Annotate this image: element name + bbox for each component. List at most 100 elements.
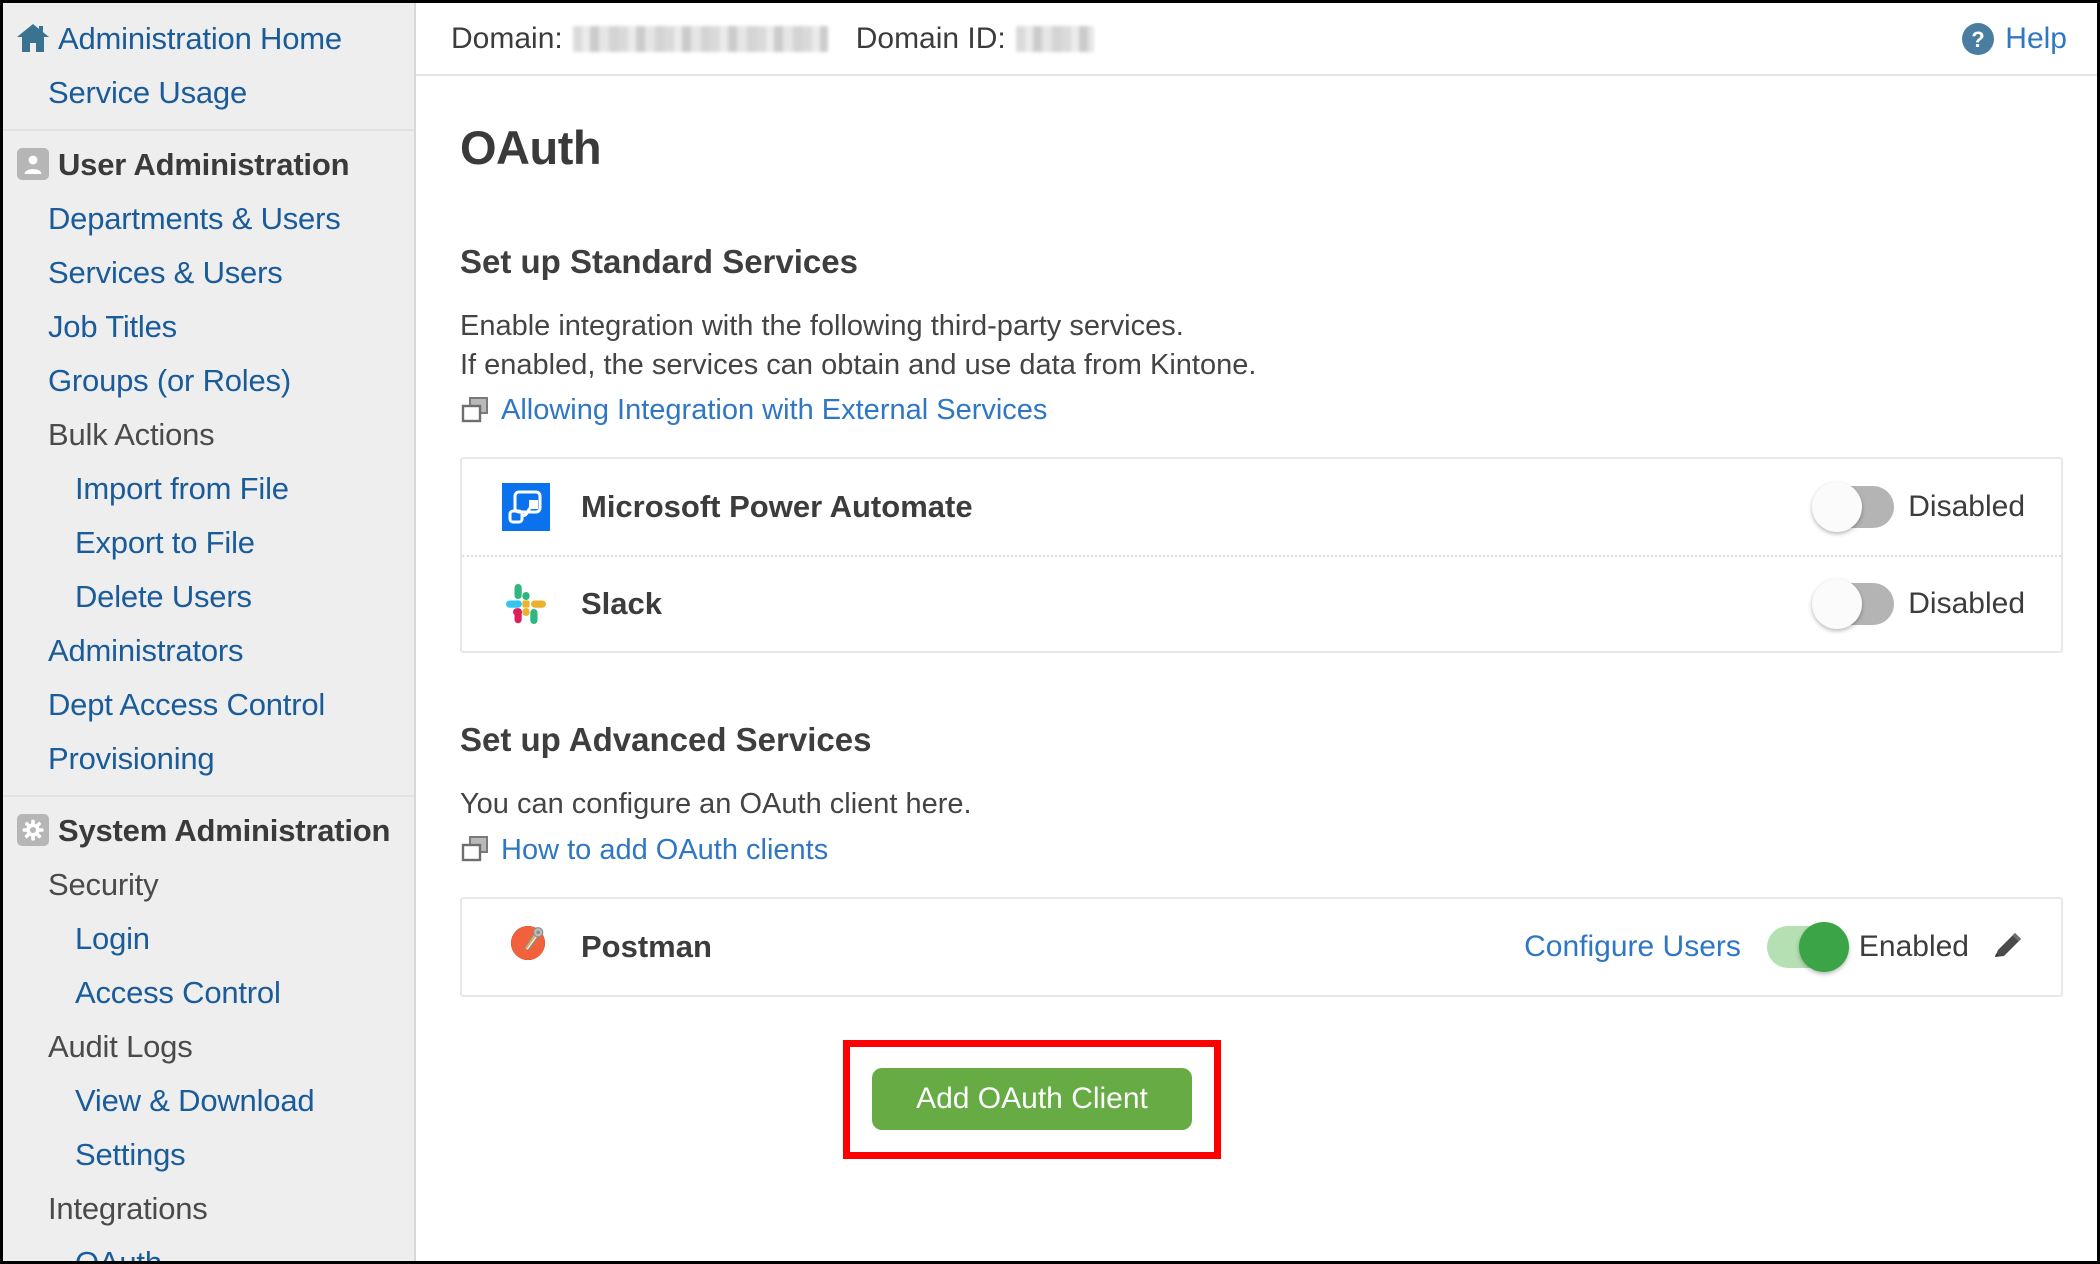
standard-external-link-row[interactable]: Allowing Integration with External Servi… xyxy=(460,394,2063,427)
standard-desc-line2: If enabled, the services can obtain and … xyxy=(460,348,1257,381)
sidebar-item-label: Security xyxy=(48,866,159,902)
standard-services-heading: Set up Standard Services xyxy=(460,243,858,280)
sidebar-item-label: Settings xyxy=(75,1136,186,1172)
sidebar-item-settings[interactable]: Settings xyxy=(3,1127,414,1181)
sidebar-item-access-control[interactable]: Access Control xyxy=(3,965,414,1019)
sidebar-item-label: Login xyxy=(75,920,150,956)
sidebar-item-label: User Administration xyxy=(58,146,350,182)
sidebar-item-import-from-file[interactable]: Import from File xyxy=(3,461,414,515)
advanced-services-heading: Set up Advanced Services xyxy=(460,721,872,759)
sidebar-divider xyxy=(3,795,414,797)
sidebar-item-login[interactable]: Login xyxy=(3,911,414,965)
gear-icon xyxy=(15,812,51,848)
svg-text:?: ? xyxy=(1972,27,1985,52)
user-icon xyxy=(15,146,51,182)
sidebar-item-provisioning[interactable]: Provisioning xyxy=(3,731,414,785)
sidebar-item-label: Audit Logs xyxy=(48,1028,193,1064)
content-area: OAuth Set up Standard Services Enable in… xyxy=(416,120,2097,997)
standard-services-desc: Enable integration with the following th… xyxy=(460,307,2063,384)
home-icon xyxy=(15,20,51,56)
domain-value-redacted xyxy=(572,25,828,52)
toggle-knob xyxy=(1812,482,1863,533)
sidebar-item-administrators[interactable]: Administrators xyxy=(3,623,414,677)
sidebar-item-label: Integrations xyxy=(48,1190,208,1226)
service-name: Slack xyxy=(581,586,663,622)
domain-id-value-redacted xyxy=(1015,25,1094,52)
sidebar-item-label: Access Control xyxy=(75,974,281,1010)
sidebar-item-label: Export to File xyxy=(75,524,255,560)
service-toggle[interactable] xyxy=(1812,579,1895,630)
standard-desc-line1: Enable integration with the following th… xyxy=(460,310,1184,342)
oauth-client-toggle[interactable] xyxy=(1766,921,1849,972)
help-label: Help xyxy=(2005,21,2067,55)
top-bar: Domain: Domain ID: ? Help xyxy=(416,3,2097,76)
standard-services-card: Microsoft Power Automate Disabled Slack Dis… xyxy=(460,457,2063,654)
sidebar-item-label: Import from File xyxy=(75,470,289,506)
sidebar-item-job-titles[interactable]: Job Titles xyxy=(3,299,414,353)
add-oauth-client-wrap: Add OAuth Client xyxy=(872,1068,1192,1130)
oauth-client-row: Postman Configure Users Enabled xyxy=(462,899,2061,995)
sidebar-item-label: Groups (or Roles) xyxy=(48,362,291,398)
sidebar-item-label: System Administration xyxy=(58,812,391,848)
sidebar-item-label: Bulk Actions xyxy=(48,416,215,452)
allowing-integration-link[interactable]: Allowing Integration with External Servi… xyxy=(501,394,1047,427)
service-controls: Disabled xyxy=(1812,579,2025,630)
sidebar-item-audit-logs: Audit Logs xyxy=(3,1019,414,1073)
edit-pencil-icon[interactable] xyxy=(1989,929,2025,965)
sidebar-item-delete-users[interactable]: Delete Users xyxy=(3,569,414,623)
external-window-icon xyxy=(460,835,490,865)
sidebar-item-user-administration: User Administration xyxy=(3,137,414,191)
service-state-label: Disabled xyxy=(1908,587,2025,621)
sidebar-nav-list: Administration Home Service Usage User Adm… xyxy=(3,11,414,1261)
page-title: OAuth xyxy=(460,121,602,174)
oauth-client-name: Postman xyxy=(581,928,712,964)
add-oauth-client-button[interactable]: Add OAuth Client xyxy=(872,1068,1192,1130)
sidebar[interactable]: Administration Home Service Usage User Adm… xyxy=(3,3,416,1261)
oauth-client-state-label: Enabled xyxy=(1858,929,1969,963)
sidebar-item-bulk-actions: Bulk Actions xyxy=(3,407,414,461)
sidebar-item-label: Administration Home xyxy=(58,20,342,56)
external-window-icon xyxy=(460,396,490,426)
advanced-external-link-row[interactable]: How to add OAuth clients xyxy=(460,834,2063,867)
sidebar-item-security: Security xyxy=(3,857,414,911)
sidebar-item-oauth[interactable]: OAuth xyxy=(3,1235,414,1262)
sidebar-item-view-download[interactable]: View & Download xyxy=(3,1073,414,1127)
sidebar-divider xyxy=(3,129,414,131)
help-link[interactable]: ? Help xyxy=(1961,22,2067,56)
sidebar-item-label: Departments & Users xyxy=(48,200,341,236)
sidebar-item-services-users[interactable]: Services & Users xyxy=(3,245,414,299)
service-name: Microsoft Power Automate xyxy=(581,489,973,525)
power-automate-logo xyxy=(502,483,550,532)
help-icon: ? xyxy=(1961,22,1995,56)
toggle-knob xyxy=(1798,921,1849,972)
service-toggle[interactable] xyxy=(1812,482,1895,533)
sidebar-item-export-to-file[interactable]: Export to File xyxy=(3,515,414,569)
service-controls: Disabled xyxy=(1812,482,2025,533)
sidebar-item-label: Delete Users xyxy=(75,578,252,614)
sidebar-item-dept-access-control[interactable]: Dept Access Control xyxy=(3,677,414,731)
sidebar-item-label: Provisioning xyxy=(48,740,215,776)
sidebar-item-administration-home[interactable]: Administration Home xyxy=(3,11,414,65)
main-area: Domain: Domain ID: ? Help OAuth Set up S… xyxy=(416,3,2097,1261)
domain-id-label: Domain ID: xyxy=(855,21,1006,55)
sidebar-item-label: Dept Access Control xyxy=(48,686,326,722)
service-row: Slack Disabled xyxy=(462,555,2061,651)
slack-logo xyxy=(502,580,550,628)
oauth-client-controls: Configure Users Enabled xyxy=(1524,921,2025,972)
sidebar-item-label: Job Titles xyxy=(48,308,177,344)
configure-users-link[interactable]: Configure Users xyxy=(1524,930,1741,964)
sidebar-item-service-usage[interactable]: Service Usage xyxy=(3,65,414,119)
sidebar-item-integrations: Integrations xyxy=(3,1181,414,1235)
service-state-label: Disabled xyxy=(1908,490,2025,524)
sidebar-item-groups-or-roles[interactable]: Groups (or Roles) xyxy=(3,353,414,407)
how-to-add-oauth-clients-link[interactable]: How to add OAuth clients xyxy=(501,834,828,867)
sidebar-item-label: Administrators xyxy=(48,632,244,668)
postman-logo xyxy=(502,923,550,971)
sidebar-item-label: Services & Users xyxy=(48,254,283,290)
sidebar-item-label: OAuth xyxy=(75,1247,162,1262)
domain-label: Domain: xyxy=(451,21,563,55)
service-row: Microsoft Power Automate Disabled xyxy=(462,459,2061,555)
sidebar-item-system-administration: System Administration xyxy=(3,803,414,857)
sidebar-item-departments-users[interactable]: Departments & Users xyxy=(3,191,414,245)
advanced-services-desc: You can configure an OAuth client here. xyxy=(460,788,972,821)
